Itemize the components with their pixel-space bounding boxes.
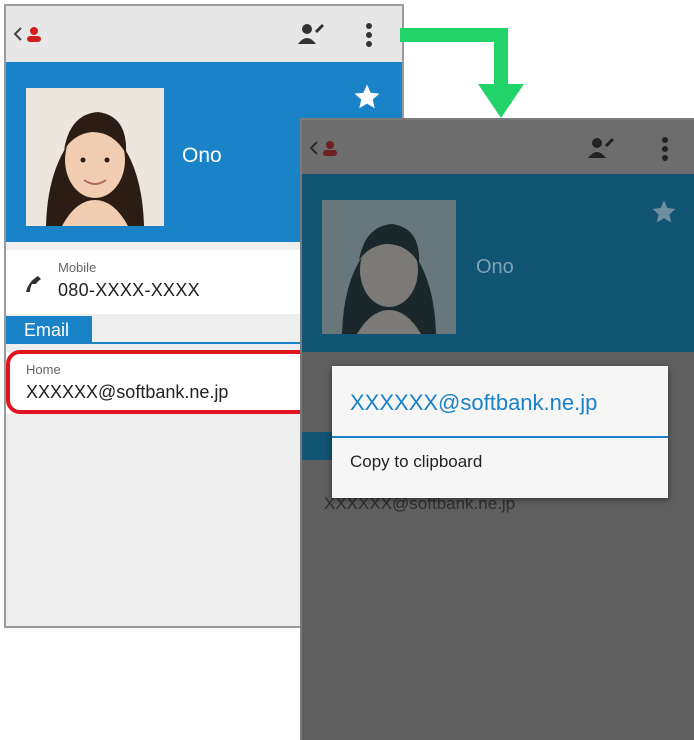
chevron-left-icon: [309, 141, 337, 156]
star-icon: [354, 84, 380, 109]
context-dialog: XXXXXX@softbank.ne.jp Copy to clipboard: [332, 366, 668, 498]
edit-contact-icon: [588, 137, 615, 158]
dialog-title: XXXXXX@softbank.ne.jp: [350, 390, 598, 415]
portrait-image: [322, 200, 456, 334]
phone-icon: [22, 272, 46, 301]
dialog-divider: [332, 436, 668, 438]
back-button[interactable]: [12, 22, 42, 51]
contact-photo: [322, 200, 456, 334]
phone-type: Mobile: [58, 260, 97, 275]
favorite-button[interactable]: [352, 82, 382, 117]
overflow-menu-icon: [662, 137, 668, 161]
overflow-menu-icon: [366, 23, 372, 47]
copy-to-clipboard-option[interactable]: Copy to clipboard: [350, 452, 482, 472]
phone-number: 080-XXXX-XXXX: [58, 280, 200, 300]
portrait-image: [26, 88, 164, 226]
chevron-left-icon: [13, 27, 41, 42]
action-bar: [6, 6, 402, 62]
edit-contact-icon: [298, 23, 325, 44]
contact-name: Ono: [182, 144, 222, 167]
right-screen: Ono XXXXXX@softbank.ne.jp XXXXXX@softban…: [302, 120, 694, 740]
email-section-label: Email: [6, 316, 92, 344]
star-icon: [650, 198, 678, 231]
arrow-down-icon: [400, 28, 524, 118]
contact-photo: [26, 88, 164, 226]
contact-header-dimmed: Ono: [302, 174, 694, 352]
contact-name: Ono: [476, 256, 514, 278]
action-bar-dimmed: [302, 120, 694, 174]
edit-contact-button[interactable]: [296, 20, 326, 53]
overflow-menu-button[interactable]: [364, 22, 374, 55]
